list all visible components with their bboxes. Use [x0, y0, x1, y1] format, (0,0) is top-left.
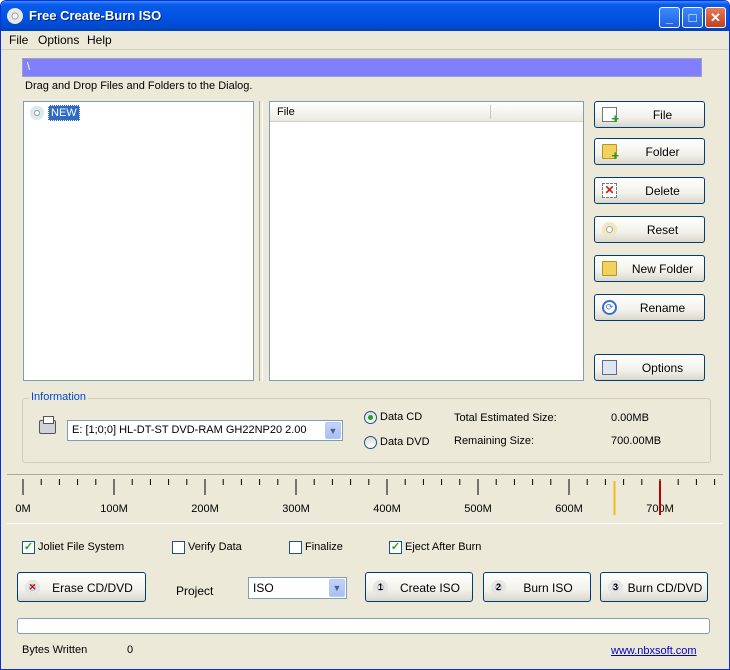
ruler-tick-label: 600M [555, 503, 583, 515]
menu-options[interactable]: Options [38, 33, 79, 47]
capacity-ruler: 0M100M200M300M400M500M600M700M [7, 474, 723, 524]
add-file-label: File [652, 108, 673, 122]
total-size-label: Total Estimated Size: [454, 412, 557, 424]
chevron-down-icon[interactable]: ▼ [325, 422, 341, 439]
options-icon [602, 360, 617, 375]
app-window: Free Create-Burn ISO _ □ ✕ File Options … [0, 0, 730, 670]
disc-icon [30, 106, 44, 120]
rename-icon: ⟳ [602, 300, 617, 315]
file-list[interactable]: File [269, 101, 584, 381]
burn-cd-dvd-button[interactable]: 3 Burn CD/DVD [600, 572, 708, 602]
disc-step-1-icon: 1 [373, 580, 388, 595]
create-iso-button[interactable]: 1 Create ISO [365, 572, 473, 602]
column-header-file[interactable]: File [277, 106, 295, 118]
verify-data-label[interactable]: Verify Data [188, 541, 242, 553]
options-button[interactable]: Options [594, 354, 705, 381]
ruler-tick-label: 300M [282, 503, 310, 515]
finalize-checkbox[interactable] [289, 541, 302, 554]
data-dvd-label[interactable]: Data DVD [380, 436, 430, 448]
drive-select-value: E: [1;0;0] HL-DT-ST DVD-RAM GH22NP20 2.0… [72, 424, 307, 436]
burn-progress-bar [17, 618, 710, 634]
erase-disc-button[interactable]: ✕ Erase CD/DVD [17, 572, 146, 602]
reset-disc-icon [602, 222, 617, 237]
column-divider[interactable] [490, 105, 491, 119]
menu-bar: File Options Help [1, 31, 729, 50]
disc-step-2-icon: 2 [491, 580, 506, 595]
folder-tree[interactable]: NEW [23, 101, 254, 381]
eject-after-burn-checkbox[interactable]: ✓ [389, 541, 402, 554]
close-button[interactable]: ✕ [705, 7, 726, 28]
pane-splitter[interactable] [259, 101, 263, 381]
drive-select[interactable]: E: [1;0;0] HL-DT-ST DVD-RAM GH22NP20 2.0… [67, 420, 343, 441]
add-file-icon [602, 107, 619, 126]
drag-drop-hint: Drag and Drop Files and Folders to the D… [25, 80, 253, 92]
information-legend: Information [29, 391, 89, 403]
erase-disc-label: Erase CD/DVD [52, 581, 133, 595]
reset-button[interactable]: Reset [594, 216, 705, 243]
maximize-button[interactable]: □ [682, 7, 703, 28]
eject-after-burn-label[interactable]: Eject After Burn [405, 541, 481, 553]
website-link[interactable]: www.nbxsoft.com [611, 645, 697, 657]
bytes-written-label: Bytes Written [22, 644, 88, 656]
burn-iso-label: Burn ISO [523, 581, 573, 595]
joliet-checkbox[interactable]: ✓ [22, 541, 35, 554]
menu-file[interactable]: File [9, 33, 28, 47]
ruler-tick-label: 500M [464, 503, 492, 515]
project-label: Project [176, 584, 214, 598]
ruler-tick-label: 400M [373, 503, 401, 515]
project-select[interactable]: ISO ▼ [248, 577, 347, 599]
rename-button[interactable]: ⟳ Rename [594, 294, 705, 321]
verify-data-checkbox[interactable] [172, 541, 185, 554]
checkmark-icon: ✓ [390, 541, 401, 553]
remaining-size-value: 700.00MB [611, 435, 662, 447]
ruler-tick-label: 0M [15, 503, 30, 515]
burn-cd-dvd-label: Burn CD/DVD [627, 581, 703, 595]
menu-help[interactable]: Help [87, 33, 112, 47]
new-folder-label: New Folder [631, 262, 694, 276]
rename-label: Rename [639, 301, 686, 315]
ruler-tick-label: 100M [100, 503, 128, 515]
capacity-ruler-svg: 0M100M200M300M400M500M600M700M [15, 479, 716, 515]
total-size-value: 0.00MB [611, 412, 649, 424]
disc-step-3-icon: 3 [608, 580, 623, 595]
current-path-bar: \ [22, 58, 702, 77]
new-folder-button[interactable]: New Folder [594, 255, 705, 282]
delete-icon: ✕ [602, 183, 617, 198]
tree-root-label: NEW [48, 105, 80, 121]
title-bar[interactable]: Free Create-Burn ISO _ □ ✕ [1, 1, 729, 31]
finalize-label[interactable]: Finalize [305, 541, 343, 553]
window-title: Free Create-Burn ISO [29, 8, 162, 23]
folder-icon [602, 261, 617, 276]
create-iso-label: Create ISO [399, 581, 461, 595]
data-cd-radio[interactable] [364, 411, 377, 424]
minimize-button[interactable]: _ [659, 7, 680, 28]
drive-icon [39, 416, 56, 434]
bytes-written-value: 0 [127, 644, 134, 656]
chevron-down-icon[interactable]: ▼ [329, 579, 345, 597]
reset-label: Reset [646, 223, 679, 237]
cd-app-icon [7, 8, 23, 24]
checkmark-icon: ✓ [23, 541, 34, 553]
project-select-value: ISO [253, 581, 274, 595]
add-folder-icon [602, 144, 619, 163]
delete-label: Delete [645, 184, 680, 198]
delete-button[interactable]: ✕ Delete [594, 177, 705, 204]
data-cd-label[interactable]: Data CD [380, 411, 422, 423]
erase-disc-icon: ✕ [25, 580, 40, 595]
list-header: File [270, 102, 583, 122]
burn-iso-button[interactable]: 2 Burn ISO [483, 572, 591, 602]
remaining-size-label: Remaining Size: [454, 435, 535, 447]
add-folder-label: Folder [645, 145, 680, 159]
add-file-button[interactable]: File [594, 101, 705, 128]
joliet-label[interactable]: Joliet File System [38, 541, 124, 553]
ruler-tick-label: 200M [191, 503, 219, 515]
options-label: Options [641, 361, 684, 375]
add-folder-button[interactable]: Folder [594, 138, 705, 165]
data-dvd-radio[interactable] [364, 436, 377, 449]
